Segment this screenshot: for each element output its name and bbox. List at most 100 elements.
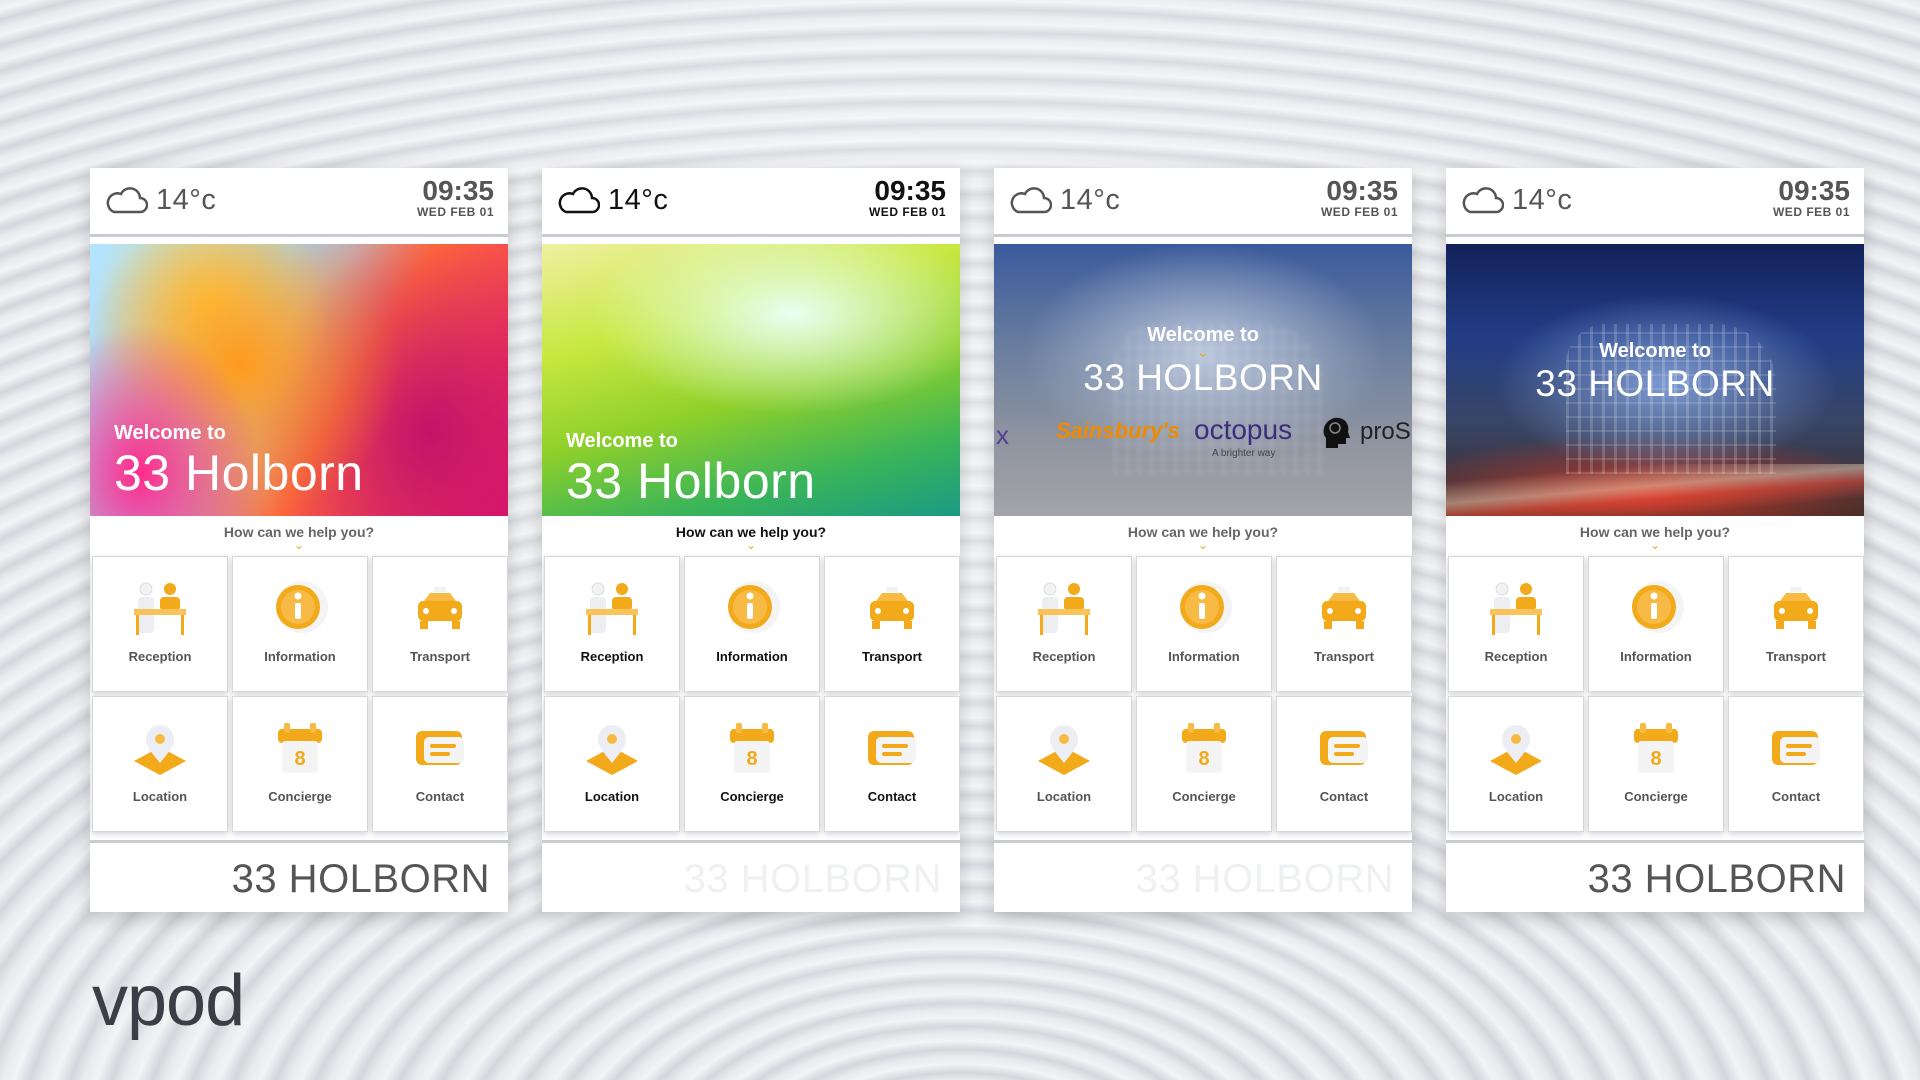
tile-label: Location (1036, 789, 1092, 804)
tenant-logos: x Sainsbury's octopus A brighter way pro… (994, 414, 1412, 464)
calendar-icon: 8 (730, 723, 774, 773)
date: WED FEB 01 (868, 205, 946, 219)
head-logo-icon (1323, 417, 1350, 448)
svg-text:8: 8 (1650, 748, 1661, 770)
location-pin-icon (134, 725, 186, 775)
chat-bubble-icon (1772, 731, 1820, 765)
chevron-down-icon: ⌄ (293, 538, 305, 552)
welcome-label: Welcome to (566, 430, 678, 452)
help-prompt: How can we help you? ⌄ (1446, 524, 1864, 552)
tile-label: Reception (1484, 649, 1548, 664)
information-button[interactable]: Information (1588, 556, 1724, 692)
time: 09:35 (1778, 175, 1850, 206)
location-pin-icon (1490, 725, 1542, 775)
information-button[interactable]: Information (684, 556, 820, 692)
traffic-light-streaks (1446, 464, 1864, 516)
svg-text:8: 8 (1198, 748, 1209, 770)
menu-grid: Reception Information Transport Location… (544, 556, 960, 836)
info-icon (1632, 581, 1684, 633)
reception-button[interactable]: Reception (996, 556, 1132, 692)
building-title: 33 HOLBORN (1535, 363, 1775, 404)
transport-button[interactable]: Transport (372, 556, 508, 692)
tile-label: Information (716, 649, 788, 664)
concierge-button[interactable]: 8 Concierge (1588, 696, 1724, 832)
reception-button[interactable]: Reception (544, 556, 680, 692)
weather-widget: 14°c (556, 182, 668, 218)
time: 09:35 (1326, 175, 1398, 206)
contact-button[interactable]: Contact (372, 696, 508, 832)
reception-button[interactable]: Reception (92, 556, 228, 692)
calendar-icon: 8 (278, 723, 322, 773)
building-title: 33 Holborn (566, 453, 816, 509)
cloud-icon (558, 187, 600, 214)
menu-grid: Reception Information Transport Location… (996, 556, 1412, 836)
status-bar: 14°c 09:35 WED FEB 01 (994, 168, 1412, 237)
help-prompt: How can we help you? ⌄ (542, 524, 960, 552)
status-bar: 14°c 09:35 WED FEB 01 (1446, 168, 1864, 237)
tile-label: Contact (415, 789, 465, 804)
info-icon (276, 581, 328, 633)
contact-button[interactable]: Contact (1728, 696, 1864, 832)
kiosk-screen-4: 14°c 09:35 WED FEB 01 Welcome to 33 HOLB… (1446, 168, 1864, 912)
concierge-button[interactable]: 8 Concierge (1136, 696, 1272, 832)
taxi-icon (1774, 587, 1818, 629)
concierge-button[interactable]: 8 Concierge (684, 696, 820, 832)
taxi-icon (418, 587, 462, 629)
location-button[interactable]: Location (996, 696, 1132, 832)
calendar-icon: 8 (1634, 723, 1678, 773)
tile-label: Concierge (268, 789, 332, 804)
contact-button[interactable]: Contact (1276, 696, 1412, 832)
welcome-heading: Welcome to 33 Holborn (566, 430, 816, 507)
vpod-logo: vpod (92, 961, 245, 1041)
reception-desk-icon (586, 582, 638, 635)
hero-banner: Welcome to 33 Holborn (90, 244, 508, 516)
footer-brand: 33 HOLBORN (1587, 857, 1846, 901)
location-button[interactable]: Location (544, 696, 680, 832)
transport-button[interactable]: Transport (1728, 556, 1864, 692)
contact-button[interactable]: Contact (824, 696, 960, 832)
temperature: 14°c (608, 183, 669, 216)
tile-label: Reception (128, 649, 192, 664)
concierge-button[interactable]: 8 Concierge (232, 696, 368, 832)
building-title: 33 Holborn (114, 445, 364, 501)
info-icon (728, 581, 780, 633)
info-icon (1180, 581, 1232, 633)
tile-label: Transport (410, 649, 470, 664)
help-prompt: How can we help you? ⌄ (90, 524, 508, 552)
svg-text:8: 8 (746, 748, 757, 770)
chevron-down-icon: ⌄ (745, 538, 757, 552)
octopus-logo: octopus (1194, 414, 1293, 445)
kiosk-screen-3: 14°c 09:35 WED FEB 01 Welcome to ⌄ 33 HO… (994, 168, 1412, 912)
weather-widget: 14°c (104, 182, 216, 218)
transport-button[interactable]: Transport (1276, 556, 1412, 692)
welcome-label: Welcome to (1599, 340, 1711, 362)
menu-grid: Reception Information Transport Location… (1448, 556, 1864, 836)
chat-bubble-icon (1320, 731, 1368, 765)
tile-label: Information (264, 649, 336, 664)
status-bar: 14°c 09:35 WED FEB 01 (542, 168, 960, 237)
reception-button[interactable]: Reception (1448, 556, 1584, 692)
transport-button[interactable]: Transport (824, 556, 960, 692)
tile-label: Contact (1319, 789, 1369, 804)
weather-widget: 14°c (1460, 182, 1572, 218)
taxi-icon (1322, 587, 1366, 629)
reception-desk-icon (1490, 582, 1542, 635)
location-button[interactable]: Location (92, 696, 228, 832)
date: WED FEB 01 (1320, 205, 1398, 219)
tile-label: Information (1620, 649, 1692, 664)
status-bar: 14°c 09:35 WED FEB 01 (90, 168, 508, 237)
tile-label: Transport (1766, 649, 1826, 664)
date: WED FEB 01 (416, 205, 494, 219)
chevron-down-icon: ⌄ (1649, 538, 1661, 552)
clock: 09:35 WED FEB 01 (868, 177, 946, 220)
tile-label: Location (1488, 789, 1544, 804)
location-button[interactable]: Location (1448, 696, 1584, 832)
chat-bubble-icon (868, 731, 916, 765)
information-button[interactable]: Information (232, 556, 368, 692)
chevron-down-icon: ⌄ (1197, 344, 1209, 360)
sainsburys-logo: Sainsbury's (1056, 418, 1180, 443)
kiosk-screen-2: 14°c 09:35 WED FEB 01 Welcome to 33 Holb… (542, 168, 960, 912)
welcome-heading: Welcome to 33 HOLBORN (1446, 340, 1864, 405)
tile-label: Location (132, 789, 188, 804)
information-button[interactable]: Information (1136, 556, 1272, 692)
